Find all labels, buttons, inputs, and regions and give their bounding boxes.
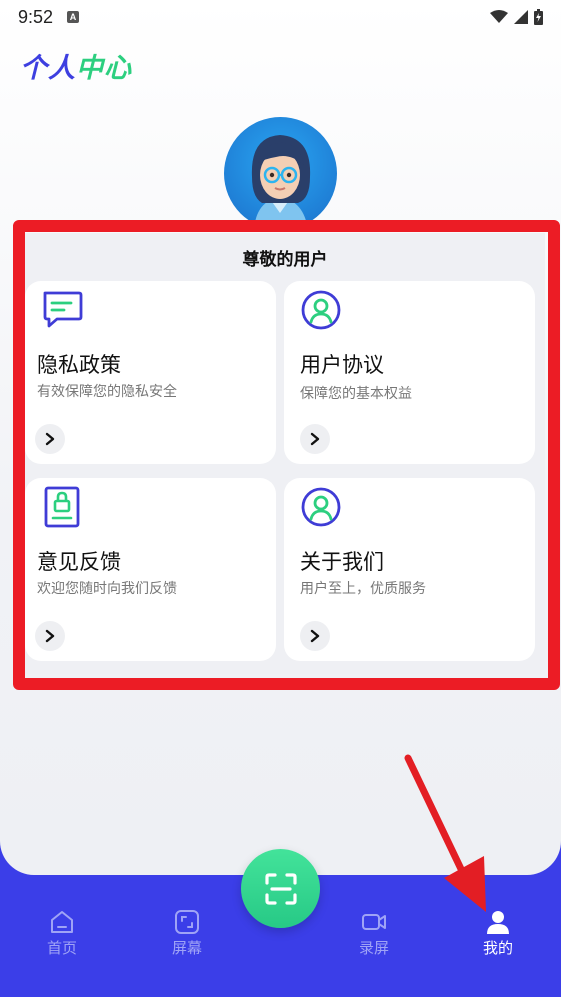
card-about-us[interactable]: 关于我们 用户至上，优质服务 [284,478,535,661]
battery-icon [534,9,543,25]
card-title: 用户协议 [300,353,384,377]
notification-a-icon: A [67,11,80,23]
arrow-annotation-icon [404,754,486,912]
chevron-right-icon[interactable] [300,424,330,454]
nav-home-label: 首页 [46,939,77,957]
chevron-right-icon[interactable] [35,424,65,454]
card-subtitle: 有效保障您的隐私安全 [37,384,177,400]
avatar[interactable] [224,117,337,230]
video-camera-icon [362,914,386,930]
main-sheet: 9:52 A 个人中心 尊敬的用户 隐私政策 有效保障您的隐私安全 用户协议 保… [0,0,561,875]
home-icon [51,911,73,933]
screen-icon [175,910,199,934]
card-subtitle: 欢迎您随时向我们反馈 [37,581,177,597]
page-title-part2: 中心 [76,53,132,84]
section-title: 尊敬的用户 [242,250,328,270]
nav-home[interactable]: 首页 [22,909,102,958]
card-subtitle: 保障您的基本权益 [300,386,412,402]
avatar-illustration [251,135,311,230]
page-title: 个人中心 [20,46,132,85]
status-time: 9:52 [18,6,54,27]
links-panel: 尊敬的用户 隐私政策 有效保障您的隐私安全 用户协议 保障您的基本权益 意见反馈… [25,233,545,674]
page-title-part1: 个人 [20,53,76,84]
chat-bubble-icon [43,291,83,328]
nav-screen-label: 屏幕 [171,939,202,957]
nav-screen[interactable]: 屏幕 [147,909,227,958]
card-title: 隐私政策 [37,353,121,377]
nav-record-label: 录屏 [358,939,389,957]
card-title: 关于我们 [300,550,384,574]
scan-icon [264,872,297,905]
card-privacy-policy[interactable]: 隐私政策 有效保障您的隐私安全 [25,281,276,464]
nav-mine-label: 我的 [482,939,513,957]
card-subtitle: 用户至上，优质服务 [300,581,426,597]
card-title: 意见反馈 [37,550,121,574]
signal-icon [514,10,528,24]
status-bar: 9:52 A [0,0,561,34]
scan-button[interactable] [241,849,320,928]
status-icons [490,9,543,25]
chevron-right-icon[interactable] [35,621,65,651]
lock-document-icon [44,486,80,528]
user-circle-icon [301,487,341,527]
wifi-icon [490,10,508,23]
card-feedback[interactable]: 意见反馈 欢迎您随时向我们反馈 [25,478,276,661]
card-user-agreement[interactable]: 用户协议 保障您的基本权益 [284,281,535,464]
chevron-right-icon[interactable] [300,621,330,651]
user-circle-icon [301,290,341,330]
